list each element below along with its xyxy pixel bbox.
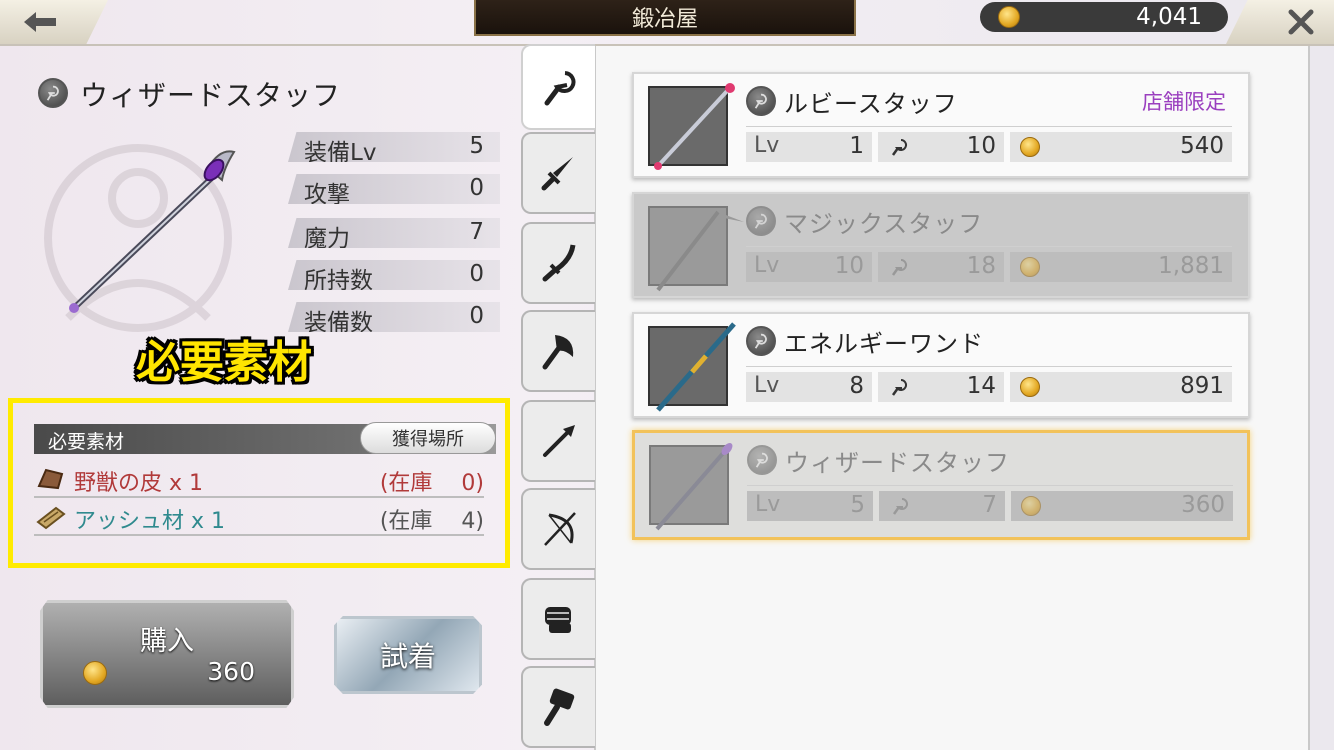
tab-glove[interactable] [521, 578, 595, 660]
level-chip: Lv 10 [746, 252, 872, 282]
currency-amount: 4,041 [1136, 4, 1202, 30]
buy-label: 購入 [140, 626, 194, 657]
tab-katana[interactable] [521, 222, 595, 304]
buy-price: 360 [207, 657, 255, 686]
wizard-staff-image [655, 443, 733, 531]
staff-type-icon [746, 206, 776, 236]
gil-coin-icon [1020, 257, 1040, 277]
stat-row-owned: 所持数 0 [288, 260, 500, 290]
material-row: アッシュ材 x 1 (在庫 4) [34, 500, 484, 536]
tab-axe[interactable] [521, 310, 595, 392]
magic-chip: 10 [878, 132, 1004, 162]
magic-staff-image [656, 210, 744, 292]
gil-coin-icon [1020, 377, 1040, 397]
stat-label: 魔力 [304, 226, 350, 252]
tab-staff[interactable] [521, 44, 595, 130]
magic-icon [892, 498, 908, 515]
spear-icon [543, 425, 575, 457]
energy-wand-image [656, 322, 736, 412]
magic-icon [891, 139, 907, 156]
stat-value: 5 [469, 133, 484, 159]
stat-row-attack: 攻撃 0 [288, 174, 500, 204]
staff-type-icon [746, 326, 776, 356]
price-chip: 1,881 [1010, 252, 1232, 282]
gil-coin-icon [83, 661, 107, 685]
stat-row-equipped: 装備数 0 [288, 302, 500, 332]
tab-spear[interactable] [521, 400, 595, 482]
magic-chip: 7 [879, 491, 1005, 521]
emblem-background [44, 144, 232, 332]
currency-display: 4,041 [980, 2, 1228, 32]
gil-coin-icon [1020, 137, 1040, 157]
item-name: ウィザードスタッフ [785, 449, 1010, 477]
stat-label: 所持数 [304, 268, 373, 294]
katana-icon [542, 244, 576, 282]
stat-row-equip-lv: 装備Lv 5 [288, 132, 500, 162]
gil-coin-icon [1021, 496, 1041, 516]
level-chip: Lv 5 [747, 491, 873, 521]
price-chip: 360 [1011, 491, 1233, 521]
tab-sword[interactable] [521, 132, 595, 214]
material-name: アッシュ材 x 1 [74, 509, 226, 534]
close-button[interactable] [1226, 0, 1334, 44]
staff-type-icon [747, 445, 777, 475]
price-chip: 891 [1010, 372, 1232, 402]
glove-icon [545, 607, 571, 633]
tab-bow[interactable] [521, 488, 595, 570]
axe-icon [542, 335, 574, 370]
required-materials-caption: 必要素材 [136, 337, 312, 388]
item-name: ルビースタッフ [784, 90, 958, 118]
back-arrow-icon [24, 12, 56, 32]
stat-value: 0 [469, 303, 484, 329]
acquisition-location-button[interactable]: 獲得場所 [360, 422, 496, 454]
material-stock: (在庫 4) [379, 509, 484, 534]
stat-label: 攻撃 [304, 182, 350, 208]
level-chip: Lv 1 [746, 132, 872, 162]
tab-hammer[interactable] [521, 666, 595, 748]
back-button[interactable] [0, 0, 108, 44]
stat-row-magic: 魔力 7 [288, 218, 500, 248]
item-card-ruby-staff[interactable]: ルビースタッフ 店舗限定 Lv 1 10 540 [632, 72, 1250, 178]
price-chip: 540 [1010, 132, 1232, 162]
stat-label: 装備Lv [304, 140, 377, 166]
material-row: 野獣の皮 x 1 (在庫 0) [34, 462, 484, 498]
stat-value: 0 [469, 261, 484, 287]
sword-icon [541, 157, 573, 191]
bow-icon [544, 512, 576, 546]
magic-icon [891, 259, 907, 276]
stat-label: 装備数 [304, 310, 373, 336]
material-stock: (在庫 0) [379, 471, 484, 496]
magic-chip: 14 [878, 372, 1004, 402]
beast-hide-icon [37, 468, 64, 490]
staff-type-icon [746, 86, 776, 116]
weapon-preview [44, 144, 236, 332]
try-on-button[interactable]: 試着 [334, 616, 482, 694]
stat-value: 7 [469, 219, 484, 245]
ash-wood-icon [36, 506, 66, 530]
material-name: 野獣の皮 x 1 [74, 471, 204, 496]
item-name: エネルギーワンド [784, 330, 984, 358]
close-icon [1288, 9, 1314, 35]
level-chip: Lv 8 [746, 372, 872, 402]
gil-coin-icon [998, 6, 1020, 28]
item-card-energy-wand[interactable]: エネルギーワンド Lv 8 14 891 [632, 312, 1250, 418]
staff-type-icon [38, 78, 68, 108]
item-card-magic-staff[interactable]: マジックスタッフ Lv 10 18 1,881 [632, 192, 1250, 298]
hammer-icon [544, 688, 575, 726]
stat-value: 0 [469, 175, 484, 201]
item-card-wizard-staff[interactable]: ウィザードスタッフ Lv 5 7 360 [632, 430, 1250, 540]
item-name: ウィザードスタッフ [80, 79, 342, 112]
buy-button[interactable]: 購入 360 [40, 600, 294, 708]
magic-icon [891, 379, 907, 396]
materials-header-label: 必要素材 [48, 431, 125, 453]
page-title: 鍛冶屋 [474, 0, 856, 36]
item-name: マジックスタッフ [784, 210, 984, 238]
store-limited-badge: 店舗限定 [1142, 90, 1226, 114]
staff-icon [544, 71, 576, 106]
magic-chip: 18 [878, 252, 1004, 282]
ruby-staff-image [654, 83, 735, 170]
